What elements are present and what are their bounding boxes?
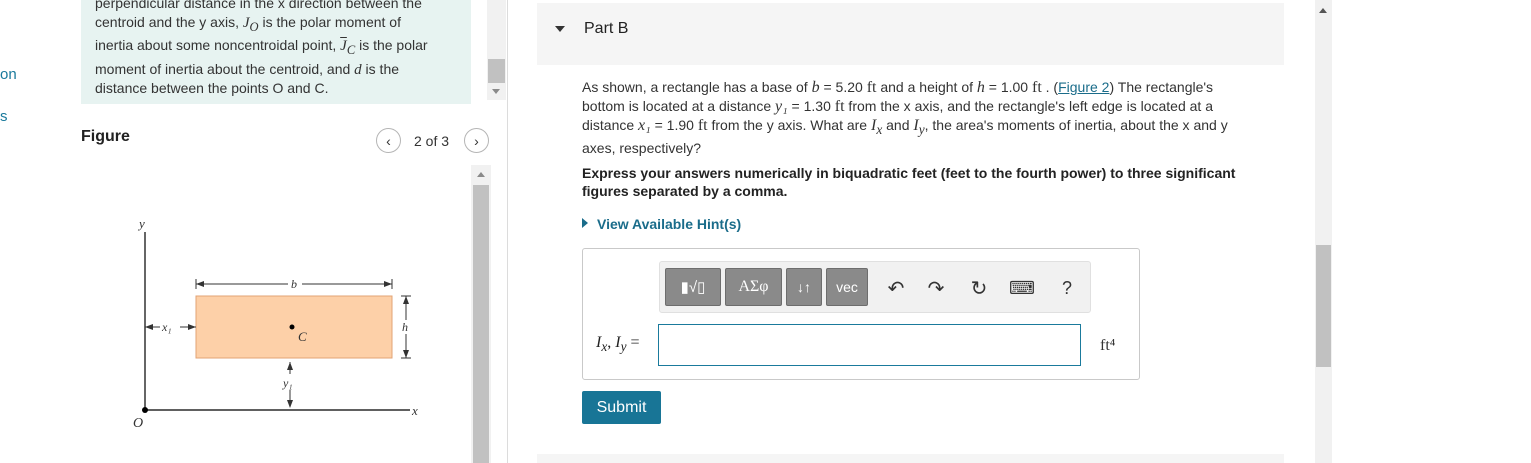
origin-point — [142, 407, 148, 413]
centroid-point — [289, 324, 295, 330]
answer-instruction: Express your answers numerically in biqu… — [582, 165, 1236, 199]
sidebar-item-fragment[interactable]: on — [0, 66, 17, 83]
next-part-header[interactable] — [537, 454, 1284, 463]
scroll-down-icon[interactable] — [492, 89, 500, 94]
b-label: b — [291, 277, 297, 291]
answer-label: Ix, Iy = — [596, 334, 640, 355]
math-symbol: d — [354, 61, 362, 78]
answer-unit: ft⁴ — [1100, 337, 1116, 354]
submit-button[interactable]: Submit — [582, 391, 661, 424]
question-text: As shown, a rectangle has a base of b = … — [582, 79, 1228, 157]
scrollbar[interactable] — [487, 0, 506, 100]
figure-pager: 2 of 3 — [414, 133, 450, 149]
reset-icon[interactable]: ↻ — [967, 276, 991, 300]
view-hints-link[interactable]: View Available Hint(s) — [582, 216, 741, 232]
panel-divider — [507, 0, 508, 463]
y1-label: y₁ — [282, 376, 293, 390]
answer-input[interactable] — [658, 324, 1081, 366]
subscript-button[interactable]: ↓↑ — [786, 268, 822, 306]
undo-icon[interactable]: ↶ — [884, 276, 908, 300]
math-symbol: JO — [242, 14, 259, 34]
page-scrollbar-thumb[interactable] — [1316, 245, 1331, 367]
part-b-header[interactable] — [537, 3, 1284, 65]
keyboard-icon[interactable]: ⌨ — [1009, 276, 1035, 300]
scroll-up-icon[interactable] — [477, 172, 485, 177]
h-label: h — [402, 320, 408, 334]
figure-scrollbar-thumb[interactable] — [473, 185, 489, 463]
help-button[interactable]: ? — [1055, 276, 1079, 300]
redo-icon[interactable]: ↷ — [924, 276, 948, 300]
figure-link[interactable]: Figure 2 — [1058, 79, 1109, 95]
chevron-left-icon[interactable]: ‹ — [376, 128, 401, 153]
rectangle-figure: y x O C b h x₁ y₁ — [133, 216, 418, 431]
scrollbar-thumb[interactable] — [488, 59, 505, 83]
scroll-up-icon[interactable] — [1319, 8, 1327, 13]
greek-symbols-button[interactable]: ΑΣφ — [725, 268, 782, 306]
centroid-label: C — [298, 329, 307, 344]
expand-caret-icon — [582, 218, 588, 228]
note-text: perpendicular distance in the x directio… — [95, 0, 428, 96]
x1-label: x₁ — [161, 320, 172, 334]
part-b-title[interactable]: Part B — [584, 20, 628, 38]
collapse-caret-icon[interactable] — [555, 26, 565, 32]
y-axis-label: y — [137, 216, 145, 231]
figure-title: Figure — [81, 128, 130, 145]
chevron-right-icon[interactable]: › — [464, 128, 489, 153]
x-axis-label: x — [411, 403, 418, 418]
origin-label: O — [133, 416, 143, 431]
templates-button[interactable]: ▮√▯ — [665, 268, 721, 306]
vector-button[interactable]: vec — [826, 268, 868, 306]
page-scrollbar[interactable] — [1315, 0, 1332, 463]
sidebar-item-fragment[interactable]: s — [0, 108, 8, 125]
math-symbol: JC — [340, 38, 356, 57]
